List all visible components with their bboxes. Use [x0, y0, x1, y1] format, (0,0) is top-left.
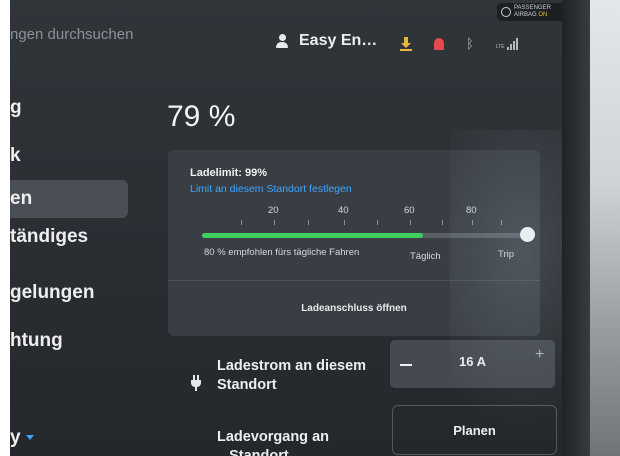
sidebar-item-2[interactable]: k: [10, 145, 21, 167]
charge-level-fill: [202, 233, 424, 238]
screen-bezel: [562, 0, 592, 456]
wifi-icon: [26, 435, 34, 440]
battery-percent: 79 %: [167, 100, 236, 133]
tick-label-80: 80: [466, 205, 477, 216]
slider-tick: [442, 220, 443, 225]
charge-current-label: Ladestrom an diesem Standort: [217, 358, 367, 393]
slider-tick: [241, 220, 242, 225]
cellular-signal-icon: [506, 37, 518, 50]
sidebar-item-6[interactable]: htung: [10, 330, 63, 352]
sidebar-item-7[interactable]: y: [10, 427, 21, 449]
lte-label: LTE: [495, 43, 505, 50]
slider-tick: [344, 220, 345, 225]
vehicle-screen: ngen durchsuchen Easy En… ᛒ LTE PASSENGE…: [10, 0, 590, 456]
open-charge-port-button[interactable]: Ladeanschluss öffnen: [168, 281, 540, 336]
schedule-button[interactable]: Planen: [392, 405, 557, 455]
set-limit-at-location-link[interactable]: Limit an diesem Standort festlegen: [190, 183, 352, 195]
sidebar-item-charging[interactable]: en: [10, 188, 32, 210]
notification-bell-icon[interactable]: [434, 37, 444, 50]
slider-tick: [410, 220, 411, 225]
charge-limit-slider-handle[interactable]: [520, 227, 535, 242]
slider-tick: [274, 220, 275, 225]
airbag-line2: AIRBAG: [514, 12, 537, 18]
sidebar-item-4[interactable]: tändiges: [10, 226, 88, 248]
status-icons: ᛒ LTE: [400, 36, 518, 51]
increase-current-button[interactable]: +: [535, 346, 544, 364]
airbag-icon: [501, 7, 511, 17]
sidebar-item-1[interactable]: g: [10, 97, 22, 119]
software-update-icon[interactable]: [400, 36, 412, 51]
passenger-airbag-indicator: PASSENGER AIRBAG ON: [497, 3, 569, 21]
charge-limit-label: Ladelimit: 99%: [190, 167, 268, 179]
charge-current-value: 16 A: [459, 354, 486, 369]
charge-current-stepper: 16 A +: [390, 340, 555, 388]
tick-label-40: 40: [338, 205, 349, 216]
slider-tick: [377, 220, 378, 225]
tick-label-60: 60: [404, 205, 415, 216]
tick-label-20: 20: [268, 205, 279, 216]
daily-recommendation-text: 80 % empfohlen fürs tägliche Fahren: [204, 247, 360, 258]
plug-icon: [190, 375, 202, 391]
slider-tick: [501, 220, 502, 225]
sidebar-item-5[interactable]: gelungen: [10, 282, 94, 304]
daily-label: Täglich: [410, 251, 441, 262]
car-window-background: [590, 0, 620, 456]
search-field[interactable]: ngen durchsuchen: [10, 26, 133, 43]
charge-limit-card: Ladelimit: 99% Limit an diesem Standort …: [168, 150, 540, 336]
person-icon: [275, 34, 289, 48]
charge-session-label: Ladevorgang an ...Standort: [217, 429, 329, 456]
charge-limit-slider[interactable]: [202, 233, 528, 238]
profile-name: Easy En…: [299, 32, 378, 49]
airbag-status: ON: [538, 12, 548, 18]
top-bar: ngen durchsuchen Easy En… ᛒ LTE PASSENGE…: [10, 0, 590, 60]
slider-tick: [472, 220, 473, 225]
bluetooth-icon[interactable]: ᛒ: [466, 36, 474, 51]
driver-profile[interactable]: Easy En…: [275, 32, 377, 50]
airbag-line1: PASSENGER: [514, 5, 551, 11]
slider-tick: [308, 220, 309, 225]
trip-label: Trip: [498, 249, 515, 260]
